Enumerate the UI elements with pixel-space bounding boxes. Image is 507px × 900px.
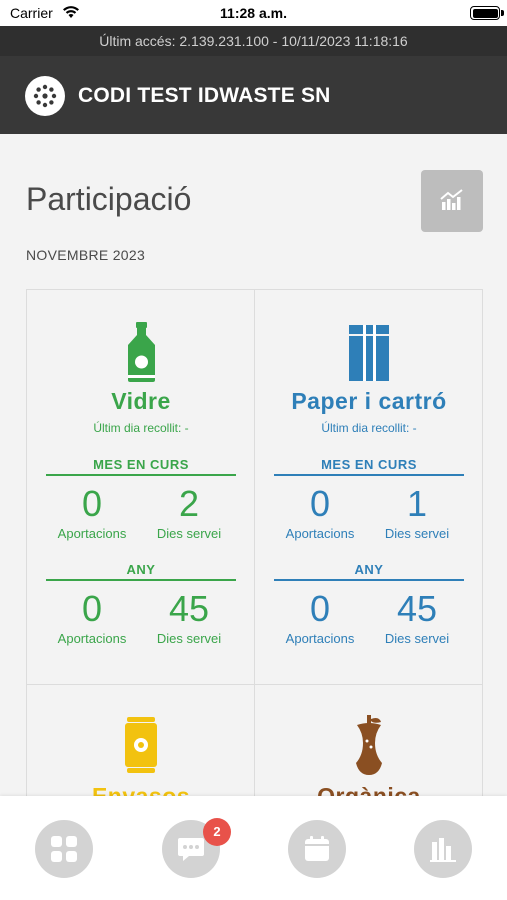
nav-statistics-button[interactable] [414,820,472,878]
header-title: CODI TEST IDWASTE SN [78,84,331,107]
nav-calendar-button[interactable] [288,820,346,878]
stat-value: 45 [396,588,438,629]
stat-label: Dies servei [384,526,450,541]
last-collection-day: Últim dia recollit: - [93,421,189,435]
section-year: ANY [274,562,464,581]
card-paper-cartro[interactable]: Paper i cartró Últim dia recollit: - MES… [255,290,482,685]
section-year: ANY [46,562,236,581]
stat-value: 0 [309,483,331,524]
stat-value: 0 [81,483,103,524]
stat-label: Dies servei [384,631,450,646]
stat-month-dies-servei: 2 Dies servei [139,483,239,542]
stat-month-aportacions: 0 Aportacions [42,483,142,542]
waste-cards-grid: Vidre Últim dia recollit: - MES EN CURS … [26,289,483,800]
chart-view-button[interactable] [421,170,483,232]
line-chart-icon [421,189,483,236]
stat-year-dies-servei: 45 Dies servei [367,588,467,647]
paper-box-icon [255,320,482,382]
period-label: NOVEMBRE 2023 [26,247,146,263]
last-collection-day: Últim dia recollit: - [321,421,417,435]
page-title: Participació [26,181,192,217]
notification-badge: 2 [203,818,231,846]
stat-year-dies-servei: 45 Dies servei [139,588,239,647]
app-header: CODI TEST IDWASTE SN [0,56,507,134]
section-current-month: MES EN CURS [46,457,236,476]
stat-month-dies-servei: 1 Dies servei [367,483,467,542]
card-title: Paper i cartró [291,388,447,414]
stat-label: Aportacions [57,631,127,646]
bottom-navigation [0,796,507,900]
card-title: Vidre [111,388,171,414]
municipality-logo-icon[interactable] [25,76,65,116]
section-current-month: MES EN CURS [274,457,464,476]
stat-value: 2 [178,483,200,524]
nav-dashboard-button[interactable] [35,820,93,878]
battery-icon [470,6,504,20]
stat-label: Dies servei [156,631,222,646]
stat-value: 0 [309,588,331,629]
status-time: 11:28 a.m. [220,5,287,21]
stat-value: 45 [168,588,210,629]
can-icon [27,715,255,777]
stat-value: 1 [406,483,428,524]
card-envasos[interactable]: Envasos [27,685,255,799]
status-bar: Carrier 11:28 a.m. [0,0,507,26]
stat-year-aportacions: 0 Aportacions [42,588,142,647]
apple-core-icon [255,715,482,777]
card-organica[interactable]: Orgànica [255,685,482,799]
bottle-icon [27,320,255,382]
stat-value: 0 [81,588,103,629]
stat-label: Aportacions [285,631,355,646]
stat-month-aportacions: 0 Aportacions [270,483,370,542]
last-access-bar: Últim accés: 2.139.231.100 - 10/11/2023 … [0,26,507,56]
stat-label: Dies servei [156,526,222,541]
stat-label: Aportacions [285,526,355,541]
stat-label: Aportacions [57,526,127,541]
card-vidre[interactable]: Vidre Últim dia recollit: - MES EN CURS … [27,290,255,685]
stat-year-aportacions: 0 Aportacions [270,588,370,647]
